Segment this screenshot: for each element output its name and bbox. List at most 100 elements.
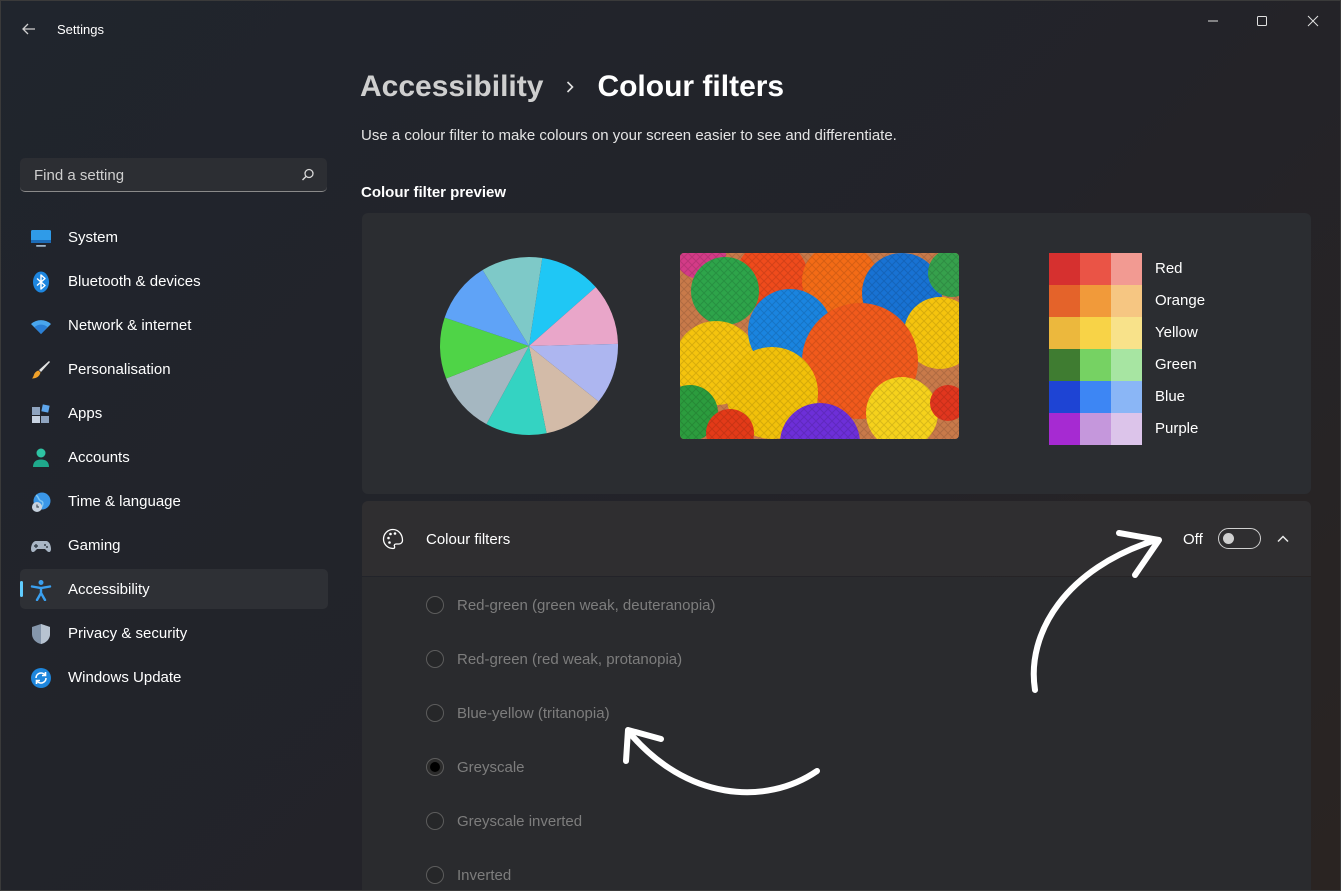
back-button[interactable]: [15, 17, 43, 41]
toggle-state-label: Off: [1183, 531, 1203, 548]
search-box: [20, 158, 327, 193]
breadcrumb-parent-link[interactable]: Accessibility: [360, 70, 543, 104]
radio-label: Greyscale inverted: [457, 813, 583, 830]
sidebar-item-accounts[interactable]: Accounts: [20, 437, 328, 477]
swatch-cell: [1080, 381, 1111, 413]
swatch-cell: [1080, 349, 1111, 381]
sidebar-item-label: Time & language: [68, 493, 181, 510]
sidebar-nav: System Bluetooth & devices Network & int…: [20, 217, 328, 701]
accessibility-icon: [30, 580, 52, 601]
swatch-cell: [1049, 413, 1080, 445]
sidebar-item-label: Privacy & security: [68, 625, 188, 642]
sidebar-item-label: Bluetooth & devices: [68, 273, 201, 290]
sidebar-item-system[interactable]: System: [20, 217, 328, 257]
radio-button-selected[interactable]: [426, 758, 444, 776]
arrow-left-icon: [22, 23, 35, 35]
swatch-label: Yellow: [1155, 324, 1198, 341]
search-icon[interactable]: [301, 168, 315, 182]
swatch-cell: [1111, 381, 1142, 413]
close-icon: [1307, 15, 1319, 27]
title-bar: Settings: [1, 1, 1340, 57]
breadcrumb: Accessibility Colour filters: [360, 67, 784, 107]
monitor-icon: [31, 230, 51, 247]
palette-icon: [382, 528, 404, 550]
bluetooth-icon: [33, 271, 49, 293]
sidebar-item-bluetooth[interactable]: Bluetooth & devices: [20, 261, 328, 301]
sidebar-item-gaming[interactable]: Gaming: [20, 525, 328, 565]
gamepad-icon: [31, 541, 51, 553]
swatch-cell: [1111, 349, 1142, 381]
radio-button[interactable]: [426, 704, 444, 722]
swatch-cell: [1111, 285, 1142, 317]
swatch-cell: [1049, 381, 1080, 413]
sidebar-item-label: Network & internet: [68, 317, 192, 334]
globe-clock-icon: [32, 492, 51, 512]
radio-label: Blue-yellow (tritanopia): [457, 705, 610, 722]
swatch-label: Red: [1155, 260, 1183, 277]
brush-icon: [32, 361, 50, 379]
swatch-cell: [1080, 317, 1111, 349]
sidebar-item-label: Personalisation: [68, 361, 171, 378]
app-title: Settings: [57, 22, 104, 37]
radio-button[interactable]: [426, 812, 444, 830]
page-title: Colour filters: [597, 70, 785, 103]
toggle-knob: [1223, 533, 1234, 544]
apps-icon: [32, 404, 50, 423]
sidebar-item-label: System: [68, 229, 119, 246]
swatch-cell: [1049, 317, 1080, 349]
swatch-label: Green: [1155, 356, 1197, 373]
preview-photo: [680, 253, 959, 439]
sidebar-item-personalisation[interactable]: Personalisation: [20, 349, 328, 389]
colour-filters-toggle[interactable]: [1218, 528, 1261, 549]
page-description: Use a colour filter to make colours on y…: [361, 127, 897, 144]
swatch-cell: [1080, 413, 1111, 445]
update-icon: [31, 668, 51, 688]
search-input[interactable]: [32, 158, 296, 193]
swatch-cell: [1111, 317, 1142, 349]
sidebar-item-accessibility[interactable]: Accessibility: [20, 569, 328, 609]
radio-label: Red-green (red weak, protanopia): [457, 651, 683, 668]
minimize-button[interactable]: [1197, 11, 1229, 31]
maximize-button[interactable]: [1246, 11, 1278, 31]
colour-filters-title: Colour filters: [426, 531, 511, 548]
sidebar-item-label: Windows Update: [68, 669, 182, 686]
swatch-cell: [1080, 285, 1111, 317]
sidebar-item-apps[interactable]: Apps: [20, 393, 328, 433]
sidebar-item-windows-update[interactable]: Windows Update: [20, 657, 328, 697]
swatch-label: Blue: [1155, 388, 1186, 405]
radio-label: Greyscale: [457, 759, 525, 776]
shield-icon: [32, 624, 50, 644]
swatch-cell: [1111, 253, 1142, 285]
swatch-cell: [1080, 253, 1111, 285]
settings-window: Settings System: [0, 0, 1341, 891]
swatch-label: Orange: [1155, 292, 1206, 309]
swatch-cell: [1111, 413, 1142, 445]
sidebar-item-label: Apps: [68, 405, 103, 422]
wifi-icon: [31, 320, 51, 334]
swatch-label: Purple: [1155, 420, 1199, 437]
radio-button[interactable]: [426, 866, 444, 884]
swatch-cell: [1049, 349, 1080, 381]
swatch-cell: [1049, 285, 1080, 317]
maximize-icon: [1257, 16, 1267, 26]
swatch-cell: [1049, 253, 1080, 285]
radio-label: Inverted: [457, 867, 512, 884]
close-button[interactable]: [1297, 11, 1329, 31]
colour-filters-expander[interactable]: Colour filters Off: [362, 501, 1311, 576]
chevron-right-icon: [567, 81, 575, 93]
sidebar-item-label: Gaming: [68, 537, 121, 554]
radio-button[interactable]: [426, 650, 444, 668]
sidebar-item-privacy-security[interactable]: Privacy & security: [20, 613, 328, 653]
sidebar-item-label: Accessibility: [68, 581, 150, 598]
sidebar-item-time-language[interactable]: Time & language: [20, 481, 328, 521]
sidebar-item-label: Accounts: [68, 449, 130, 466]
preview-pie-chart: [440, 257, 618, 435]
colour-filter-preview-card: Red Orange Yellow Green Blue Purple: [362, 213, 1311, 494]
sidebar-item-network[interactable]: Network & internet: [20, 305, 328, 345]
chevron-up-icon[interactable]: [1275, 531, 1291, 547]
radio-button[interactable]: [426, 596, 444, 614]
minimize-icon: [1208, 20, 1218, 22]
radio-label: Red-green (green weak, deuteranopia): [457, 597, 716, 614]
preview-section-title: Colour filter preview: [361, 184, 507, 201]
colour-filter-options: Red-green (green weak, deuteranopia) Red…: [362, 577, 1311, 890]
